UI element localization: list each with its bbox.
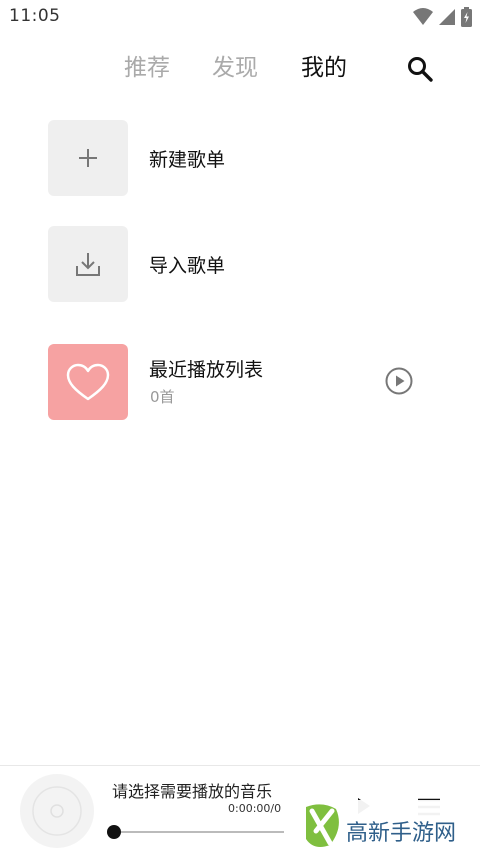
import-playlist-label: 导入歌单 [149, 255, 226, 277]
heart-icon [66, 363, 110, 401]
play-circle-icon[interactable] [384, 366, 414, 396]
signal-icon [439, 9, 455, 25]
new-playlist-row[interactable]: 新建歌单 [48, 120, 428, 196]
watermark: 高新手游网 [296, 800, 480, 853]
watermark-logo [306, 804, 339, 847]
download-icon [76, 253, 100, 276]
battery-icon [461, 7, 472, 27]
app-screen: 11:05 推荐 发现 我的 新建歌单 导入歌单 最近播放列表 0首 请选择需要… [0, 0, 480, 853]
recent-playlist-title: 最近播放列表 [149, 359, 264, 381]
watermark-text: 高新手游网 [346, 821, 457, 846]
import-playlist-tile[interactable] [48, 226, 128, 302]
recent-playlist-row[interactable]: 最近播放列表 0首 [48, 344, 428, 420]
disc-icon [32, 786, 82, 836]
status-bar: 11:05 [0, 0, 480, 34]
tab-recommend[interactable]: 推荐 [124, 48, 170, 82]
progress-thumb[interactable] [107, 825, 121, 839]
album-disc[interactable] [20, 774, 94, 848]
tab-mine[interactable]: 我的 [301, 48, 347, 82]
search-icon[interactable] [406, 55, 434, 83]
wifi-icon [413, 8, 433, 25]
recent-playlist-cover[interactable] [48, 344, 128, 420]
recent-playlist-count: 0首 [150, 388, 175, 406]
player-song-title: 请选择需要播放的音乐 [112, 782, 273, 801]
status-icons [413, 7, 472, 27]
plus-icon [79, 149, 97, 167]
tab-discover[interactable]: 发现 [212, 48, 258, 82]
progress-track[interactable] [114, 831, 284, 833]
player-time: 0:00:00/0 [228, 802, 282, 815]
import-playlist-row[interactable]: 导入歌单 [48, 226, 428, 302]
status-time: 11:05 [9, 6, 61, 26]
new-playlist-tile[interactable] [48, 120, 128, 196]
new-playlist-label: 新建歌单 [149, 149, 226, 171]
